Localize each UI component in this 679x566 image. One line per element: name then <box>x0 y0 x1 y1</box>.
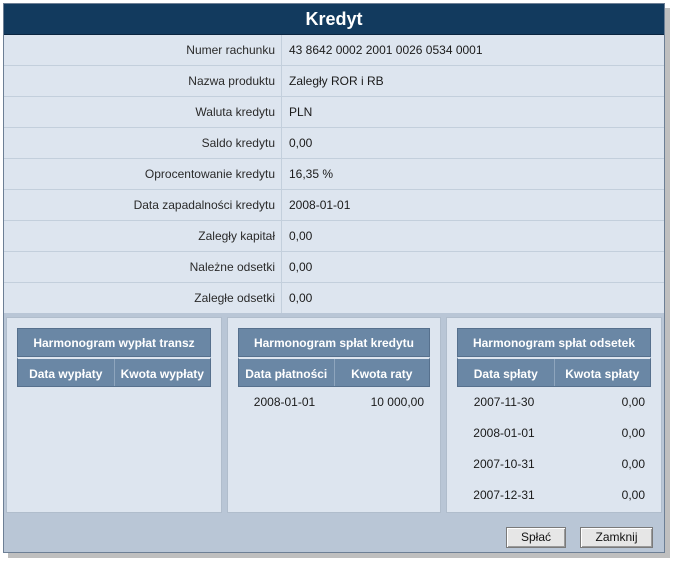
row-amount: 10 000,00 <box>370 395 424 409</box>
detail-label: Numer rachunku <box>4 35 282 65</box>
panel-title: Harmonogram spłat odsetek <box>457 328 651 357</box>
row-date: 2007-12-31 <box>473 488 535 502</box>
panel-column-headers: Data spłaty Kwota spłaty <box>457 357 651 387</box>
panel-title: Harmonogram wypłat transz <box>17 328 211 357</box>
interest-repayment-schedule: Harmonogram spłat odsetek Data spłaty Kw… <box>446 317 662 513</box>
detail-value: Zaległy ROR i RB <box>289 74 384 88</box>
detail-row-due-interest: Należne odsetki 0,00 <box>4 252 664 283</box>
credit-details-table: Numer rachunku 43 8642 0002 2001 0026 05… <box>4 35 664 313</box>
detail-row-maturity-date: Data zapadalności kredytu 2008-01-01 <box>4 190 664 221</box>
detail-label: Waluta kredytu <box>4 97 282 127</box>
detail-row-balance: Saldo kredytu 0,00 <box>4 128 664 159</box>
row-date: 2007-10-31 <box>473 457 535 471</box>
dialog-footer: Spłać Zamknij <box>4 513 664 552</box>
detail-label: Saldo kredytu <box>4 128 282 158</box>
detail-label: Oprocentowanie kredytu <box>4 159 282 189</box>
detail-value: 0,00 <box>289 229 313 243</box>
detail-label: Zaległy kapitał <box>4 221 282 251</box>
detail-value: 0,00 <box>289 260 313 274</box>
row-amount: 0,00 <box>621 488 645 502</box>
tranche-payout-schedule: Harmonogram wypłat transz Data wypłaty K… <box>6 317 222 513</box>
row-amount: 0,00 <box>621 457 645 471</box>
close-button[interactable]: Zamknij <box>580 527 653 548</box>
detail-label: Należne odsetki <box>4 252 282 282</box>
column-header-amount[interactable]: Kwota wypłaty <box>115 359 211 386</box>
panel-title: Harmonogram spłat kredytu <box>238 328 430 357</box>
loan-repayment-schedule: Harmonogram spłat kredytu Data płatności… <box>227 317 441 513</box>
detail-row-product-name: Nazwa produktu Zaległy ROR i RB <box>4 66 664 97</box>
detail-row-account-number: Numer rachunku 43 8642 0002 2001 0026 05… <box>4 35 664 66</box>
row-date: 2008-01-01 <box>473 426 535 440</box>
table-row: 2007-11-30 0,00 <box>457 387 651 418</box>
detail-value: 2008-01-01 <box>289 198 351 212</box>
detail-row-overdue-interest: Zaległe odsetki 0,00 <box>4 283 664 313</box>
column-header-date[interactable]: Data spłaty <box>458 359 555 386</box>
detail-label: Nazwa produktu <box>4 66 282 96</box>
table-row: 2008-01-01 0,00 <box>457 418 651 449</box>
schedule-panels: Harmonogram wypłat transz Data wypłaty K… <box>6 317 662 513</box>
column-header-amount[interactable]: Kwota spłaty <box>555 359 651 386</box>
dialog-title: Kredyt <box>4 4 664 35</box>
detail-value: 43 8642 0002 2001 0026 0534 0001 <box>289 43 483 57</box>
column-header-date[interactable]: Data płatności <box>239 359 335 386</box>
detail-label: Data zapadalności kredytu <box>4 190 282 220</box>
detail-row-overdue-capital: Zaległy kapitał 0,00 <box>4 221 664 252</box>
table-row: 2007-12-31 0,00 <box>457 480 651 511</box>
detail-row-interest-rate: Oprocentowanie kredytu 16,35 % <box>4 159 664 190</box>
row-amount: 0,00 <box>621 426 645 440</box>
row-date: 2007-11-30 <box>473 395 535 409</box>
detail-value: 16,35 % <box>289 167 334 181</box>
detail-label: Zaległe odsetki <box>4 283 282 313</box>
table-row: 2008-01-01 10 000,00 <box>238 387 430 418</box>
detail-row-currency: Waluta kredytu PLN <box>4 97 664 128</box>
pay-button[interactable]: Spłać <box>506 527 566 548</box>
column-header-amount[interactable]: Kwota raty <box>335 359 430 386</box>
row-amount: 0,00 <box>621 395 645 409</box>
panel-column-headers: Data wypłaty Kwota wypłaty <box>17 357 211 387</box>
detail-value: 0,00 <box>289 291 313 305</box>
detail-value: 0,00 <box>289 136 313 150</box>
credit-dialog: Kredyt Numer rachunku 43 8642 0002 2001 … <box>3 3 665 553</box>
panel-column-headers: Data płatności Kwota raty <box>238 357 430 387</box>
detail-value: PLN <box>289 105 313 119</box>
column-header-date[interactable]: Data wypłaty <box>18 359 115 386</box>
table-row: 2007-10-31 0,00 <box>457 449 651 480</box>
row-date: 2008-01-01 <box>253 395 316 409</box>
